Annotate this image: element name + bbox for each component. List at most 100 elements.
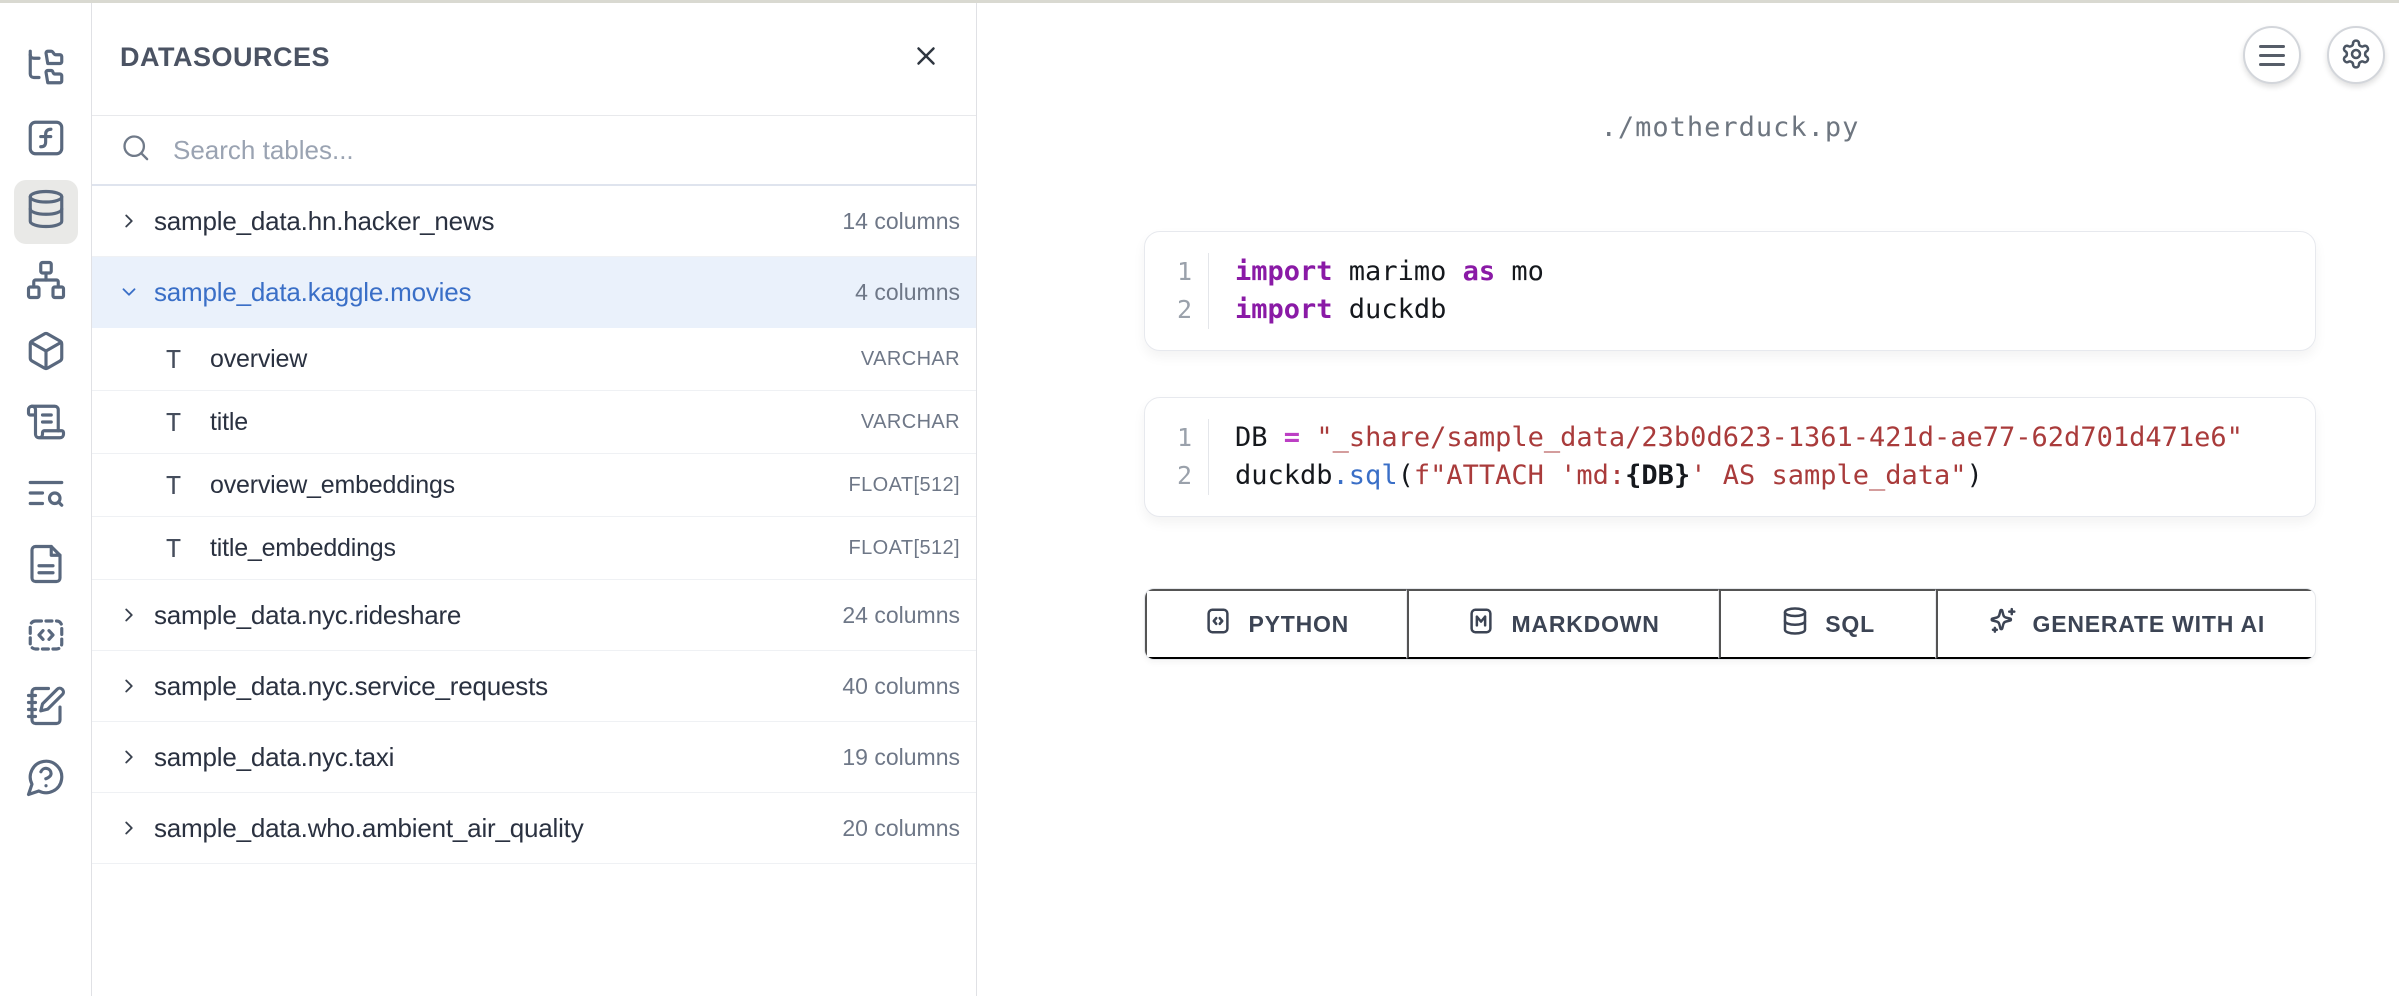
column-type: VARCHAR [861,348,960,371]
table-name: sample_data.hn.hacker_news [154,206,494,237]
chevron-right-icon [118,817,154,839]
datasources-header: DATASOURCES [92,0,976,116]
database-icon [1780,606,1810,642]
code-cell[interactable]: 12 DB = "_share/sample_data/23b0d623-136… [1144,397,2316,517]
column-name: overview_embeddings [210,471,455,500]
table-column-count: 24 columns [842,602,960,629]
chevron-right-icon [118,746,154,768]
scroll-text-icon [25,401,67,448]
column-row[interactable]: Ttitle VARCHAR [92,391,976,454]
add-sql-cell-button[interactable]: SQL [1719,589,1936,659]
text-search-icon [25,472,67,519]
gear-icon [2340,38,2372,73]
column-row[interactable]: Ttitle_embeddingsFLOAT[512] [92,517,976,580]
line-number: 2 [1177,457,1192,495]
table-row[interactable]: sample_data.kaggle.movies 4 columns [92,257,976,328]
table-column-count: 20 columns [842,815,960,842]
chevron-down-icon [118,281,154,303]
sidebar-item-variables[interactable] [0,105,92,176]
add-sql-label: SQL [1825,611,1875,638]
add-python-label: PYTHON [1248,611,1349,638]
code-snippet-icon [25,614,67,661]
sidebar-item-dependencies[interactable] [0,247,92,318]
code-cell[interactable]: 12 import marimo as moimport duckdb [1144,231,2316,351]
text-type-icon: T [166,534,210,563]
table-name: sample_data.nyc.rideshare [154,600,461,631]
add-markdown-label: MARKDOWN [1511,611,1659,638]
window-top-edge [0,0,2399,3]
chevron-right-icon [118,210,154,232]
sidebar-item-file-explorer[interactable] [0,34,92,105]
code-line: duckdb.sql(f"ATTACH 'md:{DB}' AS sample_… [1235,457,2243,495]
help-chat-icon [25,756,67,803]
close-panel-button[interactable] [902,34,950,82]
table-list: sample_data.hn.hacker_news14 columnssamp… [92,186,976,996]
search-bar [92,116,976,186]
table-name: sample_data.nyc.service_requests [154,671,548,702]
table-row[interactable]: sample_data.nyc.service_requests40 colum… [92,651,976,722]
notebook-main: ./motherduck.py 12 import marimo as moim… [977,0,2399,996]
add-python-cell-button[interactable]: PYTHON [1145,589,1407,659]
chevron-right-icon [118,675,154,697]
sidebar-item-datasources[interactable] [0,176,92,247]
box-icon [25,330,67,377]
generate-with-ai-button[interactable]: GENERATE WITH AI [1936,589,2315,659]
table-column-count: 14 columns [842,208,960,235]
table-column-count: 4 columns [855,279,960,306]
line-number-gutter: 12 [1145,253,1209,329]
generate-with-ai-label: GENERATE WITH AI [2033,611,2266,638]
code-line: import duckdb [1235,291,1544,329]
table-name: sample_data.nyc.taxi [154,742,394,773]
column-row[interactable]: ToverviewVARCHAR [92,328,976,391]
sidebar-item-snippets[interactable] [0,602,92,673]
notebook-filename: ./motherduck.py [1144,112,2316,143]
code-editor[interactable]: DB = "_share/sample_data/23b0d623-1361-4… [1209,419,2243,495]
add-cell-toolbar: PYTHON MARKDOWN SQL [1144,588,2316,660]
column-type: VARCHAR [861,411,960,434]
notebook-pen-icon [25,685,67,732]
close-icon [911,41,941,74]
file-text-icon [25,543,67,590]
sparkles-icon [1988,606,2018,642]
sidebar-item-documentation[interactable] [0,531,92,602]
icon-rail [0,0,92,996]
text-type-icon: T [166,345,210,374]
add-markdown-cell-button[interactable]: MARKDOWN [1407,589,1719,659]
sidebar-item-packages[interactable] [0,318,92,389]
column-name: title [210,408,248,437]
sidebar-item-search-logs[interactable] [0,460,92,531]
chevron-right-icon [118,604,154,626]
sidebar-item-logs[interactable] [0,389,92,460]
search-input[interactable] [173,135,948,166]
function-square-icon [25,117,67,164]
table-row[interactable]: sample_data.nyc.taxi 19 columns [92,722,976,793]
column-row[interactable]: Toverview_embeddings FLOAT[512] [92,454,976,517]
table-name: sample_data.kaggle.movies [154,277,471,308]
datasources-panel: DATASOURCES sample_data.hn.hacker_news 14… [92,0,977,996]
notebook: ./motherduck.py 12 import marimo as moim… [1144,0,2316,660]
line-number-gutter: 12 [1145,419,1209,495]
table-column-count: 19 columns [842,744,960,771]
table-row[interactable]: sample_data.who.ambient_air_quality 20 co… [92,793,976,864]
text-type-icon: T [166,471,210,500]
table-row[interactable]: sample_data.hn.hacker_news 14 columns [92,186,976,257]
table-row[interactable]: sample_data.nyc.rideshare 24 columns [92,580,976,651]
column-type: FLOAT[512] [849,474,960,497]
code-line: DB = "_share/sample_data/23b0d623-1361-4… [1235,419,2243,457]
app: DATASOURCES sample_data.hn.hacker_news 14… [0,0,2399,996]
page-title: DATASOURCES [120,42,330,73]
code-line: import marimo as mo [1235,253,1544,291]
sidebar-item-help[interactable] [0,744,92,815]
sidebar-item-scratchpad[interactable] [0,673,92,744]
search-icon [120,132,151,168]
markdown-square-icon [1466,606,1496,642]
file-tree-icon [25,46,67,93]
code-editor[interactable]: import marimo as moimport duckdb [1209,253,1544,329]
table-name: sample_data.who.ambient_air_quality [154,813,584,844]
settings-button[interactable] [2327,26,2385,84]
line-number: 2 [1177,291,1192,329]
text-type-icon: T [166,408,210,437]
column-name: title_embeddings [210,534,396,563]
database-icon [25,188,67,235]
network-icon [25,259,67,306]
